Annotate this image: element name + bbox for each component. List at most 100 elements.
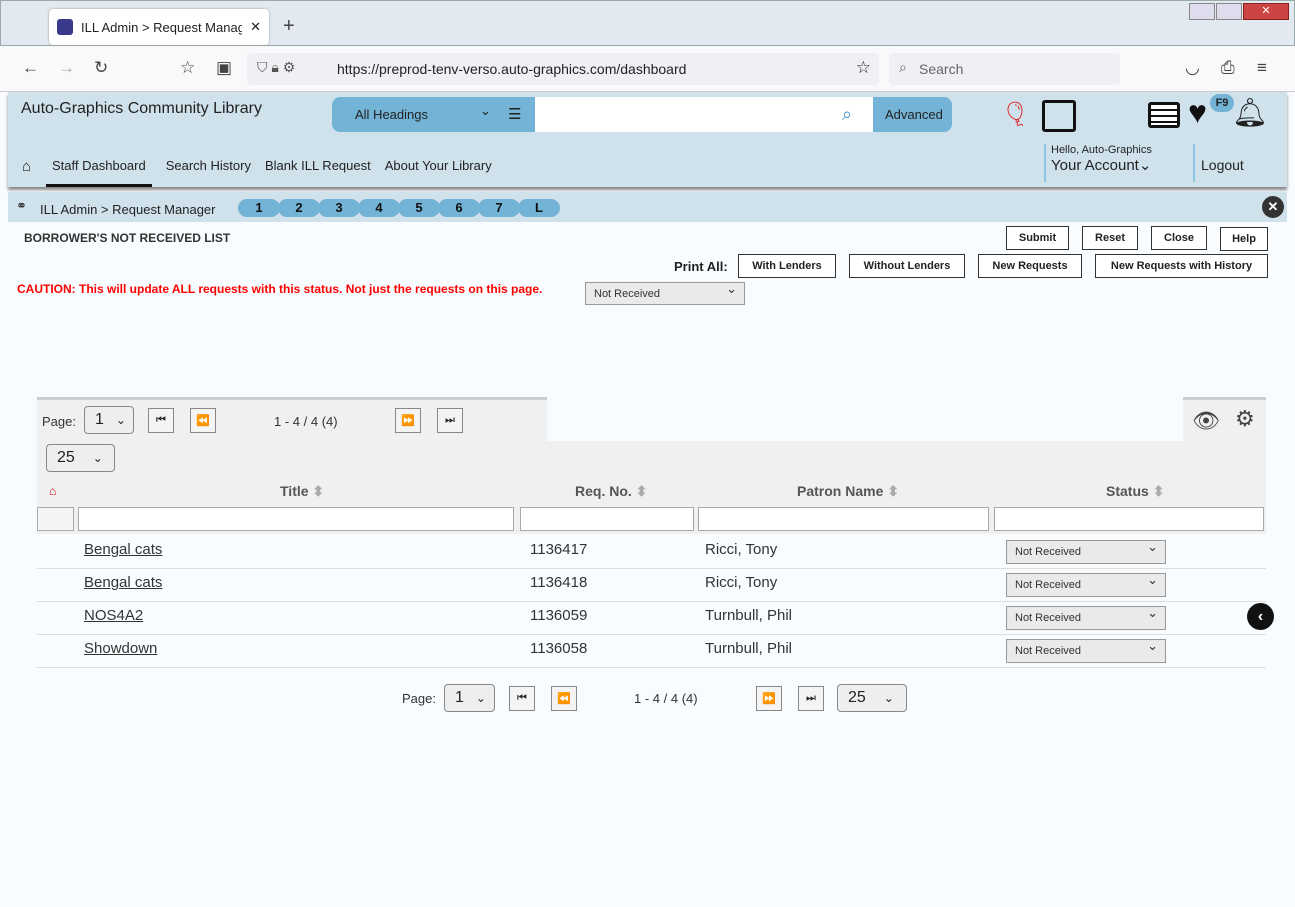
title-link[interactable]: Bengal cats — [84, 541, 162, 558]
step-pill-5[interactable]: 5 — [398, 199, 440, 217]
bottom-prev-page-icon[interactable]: ⏪ — [551, 686, 577, 711]
eye-icon[interactable]: 👁︎ — [1192, 408, 1220, 434]
forward-icon[interactable]: → — [58, 58, 75, 78]
title-link[interactable]: NOS4A2 — [84, 607, 143, 624]
per-page-select[interactable]: 25 ⌄ — [46, 444, 115, 472]
close-tab-icon[interactable]: ✕ — [250, 19, 261, 35]
star-icon[interactable]: ☆ — [856, 58, 871, 78]
help-button[interactable]: Help — [1220, 227, 1268, 251]
browser-search[interactable]: ⌕ Search — [889, 53, 1120, 85]
browser-tab[interactable]: ILL Admin > Request Manager | ✕ — [49, 9, 269, 45]
list-icon[interactable] — [1148, 102, 1180, 128]
chevron-left-icon[interactable]: ‹ — [1247, 603, 1274, 630]
nav-about-library[interactable]: About Your Library — [385, 152, 492, 187]
home-icon[interactable]: ⌂ — [22, 158, 31, 175]
reset-button[interactable]: Reset — [1082, 226, 1138, 250]
search-input[interactable] — [535, 97, 873, 132]
bottom-last-page-icon[interactable]: ⏭ — [798, 686, 824, 711]
status-select[interactable]: Not Received — [1006, 539, 1166, 564]
close-button[interactable]: Close — [1151, 226, 1207, 250]
pocket-icon[interactable]: ◡ — [1185, 58, 1200, 78]
bulk-status-select[interactable]: Not Received — [585, 281, 745, 305]
submit-button[interactable]: Submit — [1006, 226, 1069, 250]
filter-req-no-input[interactable] — [520, 507, 694, 531]
nav-staff-dashboard[interactable]: Staff Dashboard — [46, 152, 152, 187]
column-status[interactable]: Status ⬍ — [1106, 483, 1164, 500]
home-icon[interactable]: ⌂ — [49, 484, 56, 498]
search-bar: All Headings ⌄ ☰ ⌕ Advanced — [332, 97, 952, 132]
first-page-icon[interactable]: ⏮ — [148, 408, 174, 433]
nav-blank-ill-request[interactable]: Blank ILL Request — [265, 152, 371, 187]
close-icon[interactable]: ✕ — [1262, 196, 1284, 218]
gear-icon[interactable]: ⚙ — [1235, 406, 1255, 432]
step-pill-3[interactable]: 3 — [318, 199, 360, 217]
link-icon: ⚭ — [16, 198, 27, 213]
folder-icon[interactable]: ▣ — [216, 58, 232, 78]
step-pill-1[interactable]: 1 — [238, 199, 280, 217]
page-range: 1 - 4 / 4 (4) — [274, 414, 338, 429]
step-pill-6[interactable]: 6 — [438, 199, 480, 217]
sort-icon: ⬍ — [887, 483, 899, 499]
print-with-lenders-button[interactable]: With Lenders — [738, 254, 836, 278]
filter-status-input[interactable] — [994, 507, 1264, 531]
your-account-link[interactable]: Your Account — [1051, 157, 1139, 174]
site-header: Auto-Graphics Community Library All Head… — [8, 92, 1287, 187]
status-select[interactable]: Not Received — [1006, 638, 1166, 663]
column-title[interactable]: Title ⬍ — [280, 483, 324, 500]
maximize-button[interactable] — [1216, 3, 1242, 20]
filter-patron-input[interactable] — [698, 507, 989, 531]
new-tab-icon[interactable]: + — [283, 15, 295, 38]
bottom-page-range: 1 - 4 / 4 (4) — [634, 691, 698, 706]
page-select[interactable]: 1 ⌄ — [84, 406, 134, 434]
search-icon[interactable]: ⌕ — [842, 104, 852, 125]
reload-icon[interactable]: ↻ — [94, 58, 108, 78]
step-pill-4[interactable]: 4 — [358, 199, 400, 217]
bulk-status-value: Not Received — [594, 287, 661, 300]
balloon-icon[interactable]: 🎈︎ — [1000, 100, 1030, 129]
column-title-label: Title — [280, 483, 309, 499]
account-menu[interactable]: Hello, Auto-Graphics Your Account⌄ — [1044, 144, 1152, 182]
bottom-next-page-icon[interactable]: ⏩ — [756, 686, 782, 711]
column-req-no[interactable]: Req. No. ⬍ — [575, 483, 647, 500]
bell-icon[interactable]: 🔔︎ — [1232, 96, 1268, 129]
bottom-per-page-select[interactable]: 25 ⌄ — [837, 684, 907, 712]
step-pill-7[interactable]: 7 — [478, 199, 520, 217]
chevron-down-icon[interactable]: ⌄ — [480, 103, 491, 119]
catalog-search-icon[interactable] — [1042, 100, 1076, 132]
filter-title-input[interactable] — [78, 507, 514, 531]
title-link[interactable]: Bengal cats — [84, 574, 162, 591]
bookmark-page-icon[interactable]: ☆ — [180, 58, 195, 78]
step-pill-L[interactable]: L — [518, 199, 560, 217]
status-select[interactable]: Not Received — [1006, 572, 1166, 597]
close-window-button[interactable]: ✕ — [1243, 3, 1289, 20]
prev-page-icon[interactable]: ⏪ — [190, 408, 216, 433]
print-new-requests-history-button[interactable]: New Requests with History — [1095, 254, 1268, 278]
logout-link[interactable]: Logout — [1193, 144, 1244, 182]
menu-icon[interactable]: ≡ — [1257, 58, 1267, 78]
title-link[interactable]: Showdown — [84, 640, 157, 657]
column-status-label: Status — [1106, 483, 1149, 499]
patron-name: Ricci, Tony — [705, 541, 778, 558]
nav-search-history[interactable]: Search History — [166, 152, 251, 187]
bottom-page-select[interactable]: 1 ⌄ — [444, 684, 495, 712]
minimize-button[interactable] — [1189, 3, 1215, 20]
print-without-lenders-button[interactable]: Without Lenders — [849, 254, 965, 278]
address-bar[interactable]: ⛉ 🔒︎ ⚙ https://preprod-tenv-verso.auto-g… — [247, 53, 879, 85]
advanced-search-button[interactable]: Advanced — [885, 107, 943, 122]
heart-icon[interactable]: ♥ — [1188, 94, 1207, 131]
search-scope-select[interactable]: All Headings — [355, 107, 428, 122]
print-new-requests-button[interactable]: New Requests — [978, 254, 1082, 278]
print-icon[interactable]: ⎙ — [1221, 58, 1235, 78]
site-favicon-icon — [57, 19, 73, 35]
req-no: 1136418 — [530, 574, 588, 591]
last-page-icon[interactable]: ⏭ — [437, 408, 463, 433]
status-select[interactable]: Not Received — [1006, 605, 1166, 630]
status-value: Not Received — [1015, 645, 1082, 657]
step-pill-2[interactable]: 2 — [278, 199, 320, 217]
next-page-icon[interactable]: ⏩ — [395, 408, 421, 433]
print-all-label: Print All: — [674, 259, 728, 274]
bottom-first-page-icon[interactable]: ⏮ — [509, 686, 535, 711]
back-icon[interactable]: ← — [22, 58, 39, 78]
database-icon[interactable]: ☰ — [508, 105, 521, 123]
column-patron-name[interactable]: Patron Name ⬍ — [797, 483, 899, 500]
